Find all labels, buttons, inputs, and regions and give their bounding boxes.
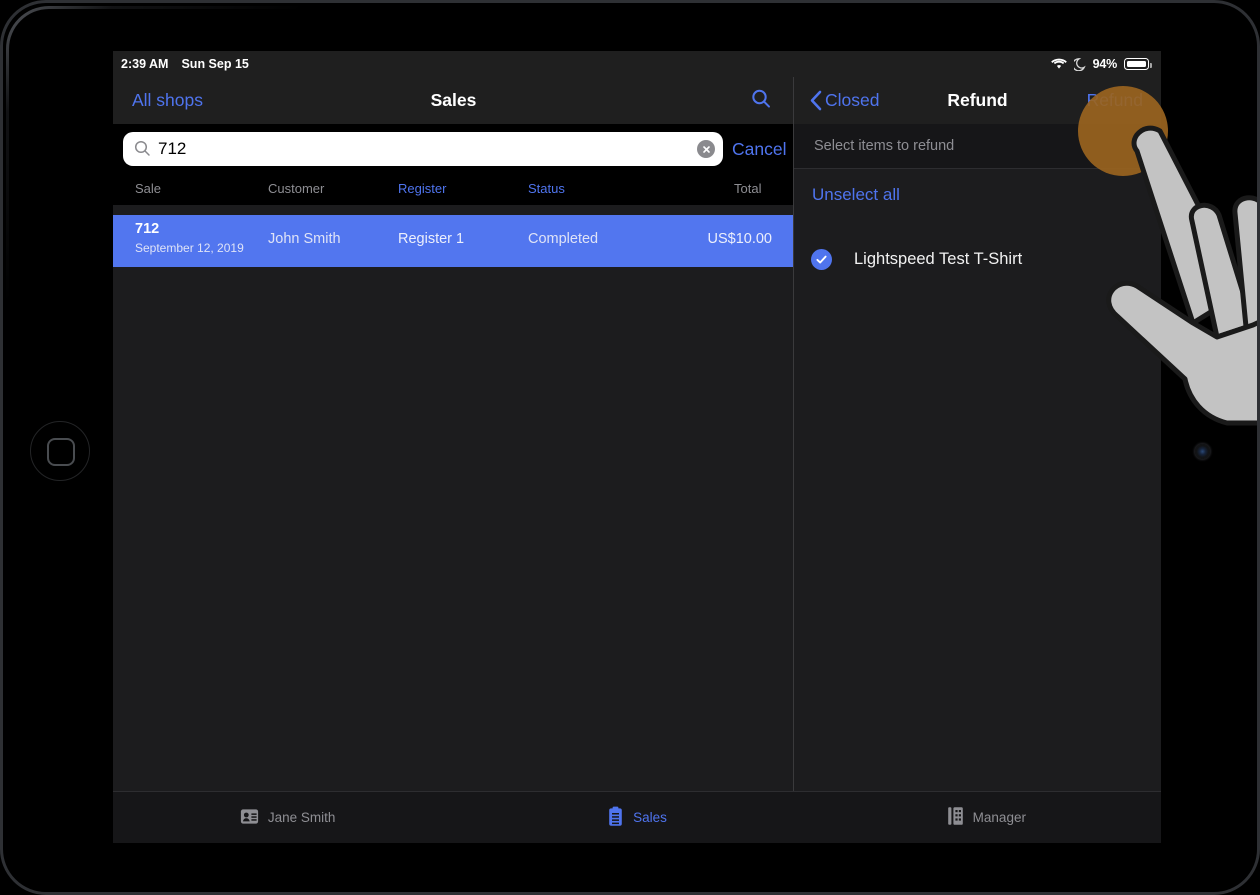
search-icon[interactable] (750, 88, 772, 115)
tab-label: Manager (972, 810, 1026, 825)
refund-pane: Closed Refund Refund Select items to ref… (794, 77, 1161, 843)
row-customer: John Smith (268, 231, 341, 247)
refund-nav-bar: Closed Refund Refund (794, 77, 1161, 124)
battery-fill (1126, 60, 1146, 67)
table-row[interactable]: 712 September 12, 2019 John Smith Regist… (113, 215, 794, 267)
tab-jane-smith[interactable]: Jane Smith (113, 792, 462, 843)
sales-pane: All shops Sales 712 Cancel Sale Customer… (113, 77, 794, 843)
panel-grid-icon (947, 806, 964, 829)
contact-card-icon (240, 808, 259, 828)
status-date: Sun Sep 15 (181, 57, 249, 71)
tab-manager[interactable]: Manager (812, 792, 1161, 843)
select-items-label: Select items to refund (814, 138, 955, 154)
clear-circle-icon[interactable] (697, 140, 715, 158)
moon-icon (1073, 57, 1086, 71)
list-item[interactable]: Lightspeed Test T-Shirt (794, 237, 1161, 292)
row-status: Completed (528, 231, 599, 247)
home-button[interactable] (30, 421, 90, 481)
battery-icon (1124, 58, 1152, 70)
status-bar-left: 2:39 AM Sun Sep 15 (121, 57, 249, 71)
split-view: All shops Sales 712 Cancel Sale Customer… (113, 77, 1161, 843)
column-header-total[interactable]: Total (734, 181, 761, 196)
row-sale-number: 712 (135, 221, 160, 237)
column-header-sale[interactable]: Sale (135, 181, 161, 196)
screen: 2:39 AM Sun Sep 15 94% All shops Sales 7… (113, 51, 1161, 843)
column-header-status[interactable]: Status (528, 181, 565, 196)
home-button-square-icon (47, 438, 75, 466)
wifi-icon (1050, 58, 1067, 70)
battery-percent: 94% (1092, 57, 1118, 71)
tab-bar: Jane Smith Sales Manager (113, 791, 1161, 843)
cancel-button[interactable]: Cancel (732, 139, 786, 160)
tab-label: Sales (633, 810, 667, 825)
tablet-device-frame: 2:39 AM Sun Sep 15 94% All shops Sales 7… (0, 0, 1260, 895)
column-header-register[interactable]: Register (398, 181, 446, 196)
status-bar-right: 94% (1050, 57, 1152, 71)
row-sale-date: September 12, 2019 (135, 241, 244, 255)
unselect-all-button[interactable]: Unselect all (812, 185, 900, 205)
search-input-value: 712 (158, 139, 187, 158)
refund-action-button[interactable]: Refund (1087, 90, 1143, 111)
column-header-customer[interactable]: Customer (268, 181, 324, 196)
search-bar-row: 712 Cancel (113, 124, 794, 174)
battery-nub (1149, 62, 1152, 68)
row-total: US$10.00 (707, 231, 773, 247)
front-camera (1195, 444, 1210, 459)
clipboard-icon (607, 806, 624, 830)
page-title: Sales (430, 90, 477, 110)
tab-sales[interactable]: Sales (462, 792, 811, 843)
sales-nav-bar: All shops Sales (113, 77, 794, 124)
search-input[interactable]: 712 (123, 132, 723, 166)
status-bar: 2:39 AM Sun Sep 15 94% (113, 51, 1161, 77)
magnifier-icon (134, 140, 151, 162)
select-items-band: Select items to refund (794, 124, 1161, 169)
sales-list: 712 September 12, 2019 John Smith Regist… (113, 205, 794, 817)
tab-label: Jane Smith (267, 810, 336, 825)
check-circle-icon[interactable] (811, 249, 832, 270)
column-headers: Sale Customer Register Status Total (113, 174, 794, 205)
list-item-label: Lightspeed Test T-Shirt (854, 250, 1023, 268)
row-register: Register 1 (398, 231, 465, 247)
status-time: 2:39 AM (121, 57, 169, 71)
